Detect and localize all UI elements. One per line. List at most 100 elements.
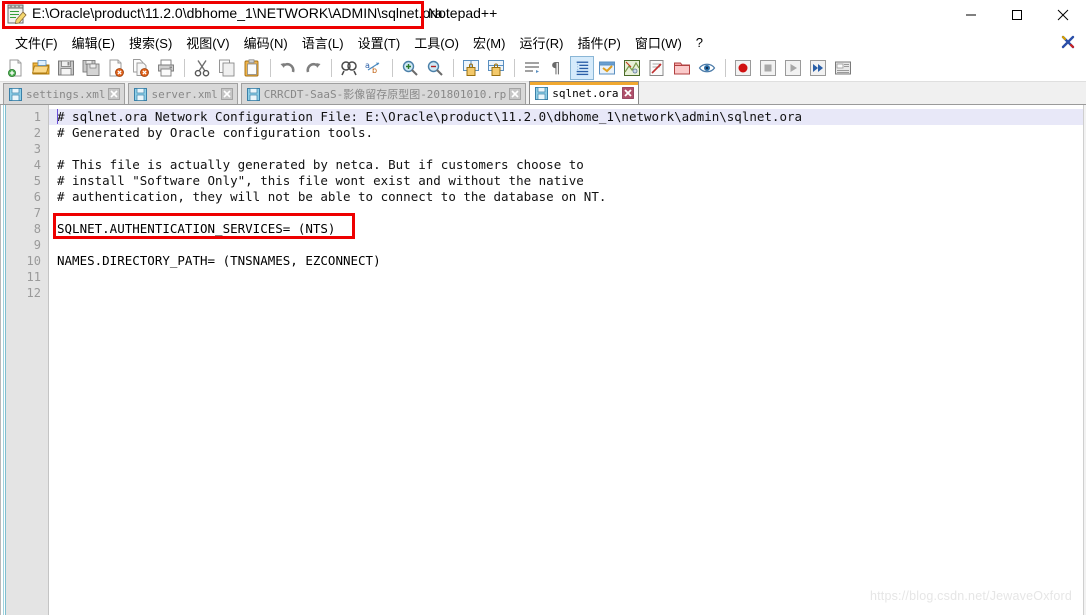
code-line[interactable] bbox=[49, 205, 1086, 221]
code-line[interactable]: # This file is actually generated by net… bbox=[49, 157, 1086, 173]
line-number: 8 bbox=[6, 221, 48, 237]
saved-file-icon bbox=[247, 88, 260, 101]
menu-settings[interactable]: 设置(T) bbox=[351, 31, 408, 54]
paste-icon[interactable] bbox=[240, 56, 264, 80]
tab-bar: settings.xml server.xml bbox=[0, 82, 1086, 105]
code-line-sqlnet-authentication[interactable]: SQLNET.AUTHENTICATION_SERVICES= (NTS) bbox=[49, 221, 1086, 237]
line-number-gutter: 1 2 3 4 5 6 7 8 9 10 11 12 bbox=[6, 105, 49, 615]
svg-text:¶: ¶ bbox=[551, 59, 561, 77]
saved-file-icon bbox=[9, 88, 22, 101]
notepad-pencil-icon bbox=[6, 4, 27, 25]
save-icon[interactable] bbox=[54, 56, 78, 80]
line-number: 2 bbox=[6, 125, 48, 141]
code-line[interactable]: # install "Software Only", this file won… bbox=[49, 173, 1086, 189]
save-all-icon[interactable] bbox=[79, 56, 103, 80]
run-macro-save-icon[interactable] bbox=[831, 56, 855, 80]
menu-window[interactable]: 窗口(W) bbox=[628, 31, 689, 54]
close-document-x-icon[interactable] bbox=[1060, 34, 1076, 50]
zoom-out-icon[interactable] bbox=[423, 56, 447, 80]
code-line[interactable]: # Generated by Oracle configuration tool… bbox=[49, 125, 1086, 141]
maximize-button[interactable] bbox=[994, 0, 1040, 30]
tab-crrcdt-prototype[interactable]: CRRCDT-SaaS-影像留存原型图-201801010.rp bbox=[241, 83, 527, 104]
code-line-names-directory-path[interactable]: NAMES.DIRECTORY_PATH= (TNSNAMES, EZCONNE… bbox=[49, 253, 1086, 269]
menu-view[interactable]: 视图(V) bbox=[179, 31, 236, 54]
separator-2 bbox=[270, 59, 271, 77]
window-controls bbox=[948, 0, 1086, 30]
tab-server-xml[interactable]: server.xml bbox=[128, 83, 237, 104]
show-all-characters-icon[interactable]: ¶ bbox=[545, 56, 569, 80]
tab-label: sqlnet.ora bbox=[552, 87, 618, 100]
menu-help[interactable]: ? bbox=[689, 33, 710, 52]
close-button[interactable] bbox=[1040, 0, 1086, 30]
separator-5 bbox=[453, 59, 454, 77]
print-icon[interactable] bbox=[154, 56, 178, 80]
toolbar: a b bbox=[0, 55, 1086, 82]
line-number: 7 bbox=[6, 205, 48, 221]
redo-icon[interactable] bbox=[301, 56, 325, 80]
indent-guide-icon[interactable] bbox=[570, 56, 594, 80]
editor-left-rail bbox=[1, 105, 6, 615]
line-number: 10 bbox=[6, 253, 48, 269]
new-file-icon[interactable] bbox=[4, 56, 28, 80]
sync-horizontal-scroll-icon[interactable] bbox=[484, 56, 508, 80]
replace-icon[interactable]: a b bbox=[362, 56, 386, 80]
code-line[interactable]: # authentication, they will not be able … bbox=[49, 189, 1086, 205]
code-line[interactable] bbox=[49, 269, 1086, 285]
zoom-in-icon[interactable] bbox=[398, 56, 422, 80]
tab-sqlnet-ora[interactable]: sqlnet.ora bbox=[529, 81, 638, 104]
menu-macro[interactable]: 宏(M) bbox=[466, 31, 513, 54]
word-wrap-icon[interactable] bbox=[520, 56, 544, 80]
macro-play-icon[interactable] bbox=[781, 56, 805, 80]
tab-label: server.xml bbox=[151, 88, 217, 101]
code-text-area[interactable]: # sqlnet.ora Network Configuration File:… bbox=[49, 105, 1086, 615]
macro-stop-icon[interactable] bbox=[756, 56, 780, 80]
menu-edit[interactable]: 编辑(E) bbox=[65, 31, 122, 54]
close-file-icon[interactable] bbox=[104, 56, 128, 80]
copy-icon[interactable] bbox=[215, 56, 239, 80]
tab-settings-xml[interactable]: settings.xml bbox=[3, 83, 125, 104]
function-list-icon[interactable] bbox=[645, 56, 669, 80]
close-tab-icon[interactable] bbox=[108, 88, 120, 100]
menu-file[interactable]: 文件(F) bbox=[8, 31, 65, 54]
document-map-icon[interactable] bbox=[620, 56, 644, 80]
close-all-icon[interactable] bbox=[129, 56, 153, 80]
open-file-icon[interactable] bbox=[29, 56, 53, 80]
close-tab-icon[interactable] bbox=[221, 88, 233, 100]
user-defined-dialog-icon[interactable] bbox=[595, 56, 619, 80]
separator-7 bbox=[725, 59, 726, 77]
macro-record-icon[interactable] bbox=[731, 56, 755, 80]
menu-tools[interactable]: 工具(O) bbox=[407, 31, 466, 54]
find-icon[interactable] bbox=[337, 56, 361, 80]
menu-encoding[interactable]: 编码(N) bbox=[237, 31, 295, 54]
line-number: 5 bbox=[6, 173, 48, 189]
menu-plugins[interactable]: 插件(P) bbox=[571, 31, 628, 54]
title-bar: E:\Oracle\product\11.2.0\dbhome_1\NETWOR… bbox=[0, 0, 1086, 30]
monitoring-eye-icon[interactable] bbox=[695, 56, 719, 80]
line-number: 3 bbox=[6, 141, 48, 157]
minimize-button[interactable] bbox=[948, 0, 994, 30]
tab-label: settings.xml bbox=[26, 88, 105, 101]
menu-search[interactable]: 搜索(S) bbox=[122, 31, 179, 54]
undo-icon[interactable] bbox=[276, 56, 300, 80]
macro-play-multiple-icon[interactable] bbox=[806, 56, 830, 80]
separator-6 bbox=[514, 59, 515, 77]
separator-4 bbox=[392, 59, 393, 77]
line-number: 12 bbox=[6, 285, 48, 301]
cut-icon[interactable] bbox=[190, 56, 214, 80]
line-number: 9 bbox=[6, 237, 48, 253]
line-number: 11 bbox=[6, 269, 48, 285]
code-line[interactable] bbox=[49, 237, 1086, 253]
separator-3 bbox=[331, 59, 332, 77]
menu-language[interactable]: 语言(L) bbox=[295, 31, 351, 54]
code-line[interactable]: # sqlnet.ora Network Configuration File:… bbox=[49, 109, 1086, 125]
code-line[interactable] bbox=[49, 141, 1086, 157]
window-title-path: E:\Oracle\product\11.2.0\dbhome_1\NETWOR… bbox=[32, 5, 443, 21]
close-tab-icon[interactable] bbox=[622, 87, 634, 99]
separator-1 bbox=[184, 59, 185, 77]
sync-vertical-scroll-icon[interactable] bbox=[459, 56, 483, 80]
line-number: 6 bbox=[6, 189, 48, 205]
code-line[interactable] bbox=[49, 285, 1086, 301]
close-tab-icon[interactable] bbox=[509, 88, 521, 100]
menu-run[interactable]: 运行(R) bbox=[512, 31, 570, 54]
folder-as-workspace-icon[interactable] bbox=[670, 56, 694, 80]
